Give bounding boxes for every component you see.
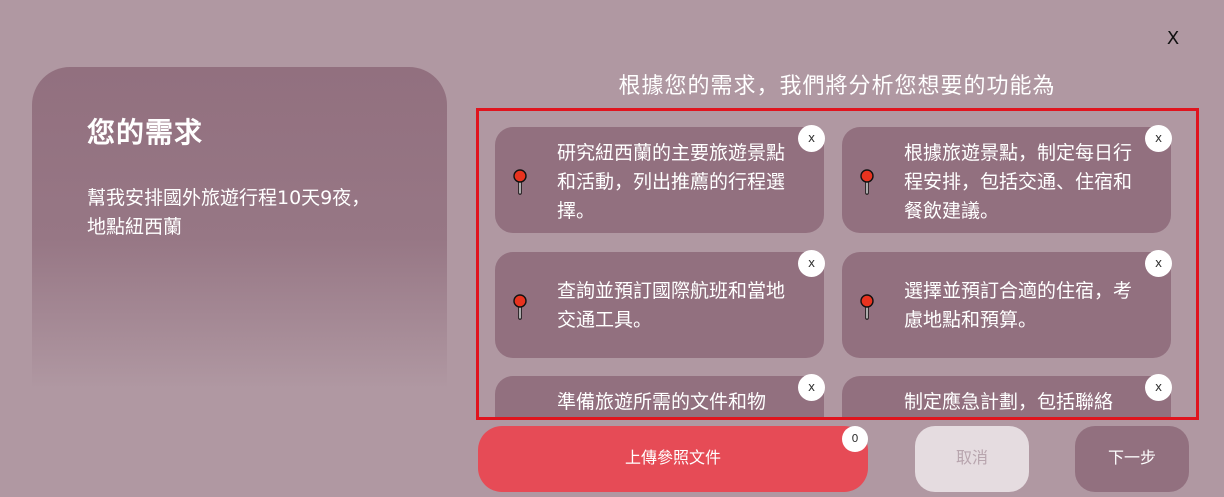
remove-card-button[interactable]: x	[798, 250, 825, 277]
feature-card: 準備旅遊所需的文件和物 x	[495, 374, 825, 417]
map-pin-icon	[860, 294, 874, 320]
feature-cards-list[interactable]: 研究紐西蘭的主要旅遊景點和活動，列出推薦的行程選擇。 x 根據旅遊景點，制定每日…	[476, 108, 1199, 420]
feature-card-text: 查詢並預訂國際航班和當地交通工具。	[557, 280, 786, 331]
next-step-button[interactable]: 下一步	[1075, 426, 1189, 492]
feature-card: 制定應急計劃，包括聯絡 x	[842, 374, 1172, 417]
map-pin-icon	[513, 169, 527, 195]
feature-card: 查詢並預訂國際航班和當地交通工具。 x	[495, 250, 825, 358]
feature-card-text: 研究紐西蘭的主要旅遊景點和活動，列出推薦的行程選擇。	[557, 142, 786, 222]
feature-card-text: 準備旅遊所需的文件和物	[557, 391, 767, 413]
feature-card-text: 根據旅遊景點，制定每日行程安排，包括交通、住宿和餐飲建議。	[904, 142, 1133, 222]
remove-card-button[interactable]: x	[1145, 125, 1172, 152]
upload-reference-button[interactable]: 上傳參照文件	[478, 426, 868, 492]
requirement-title: 您的需求	[87, 116, 204, 149]
remove-card-button[interactable]: x	[798, 125, 825, 152]
requirement-panel: 您的需求 幫我安排國外旅遊行程10天9夜，地點紐西蘭	[32, 67, 447, 497]
feature-card: 根據旅遊景點，制定每日行程安排，包括交通、住宿和餐飲建議。 x	[842, 125, 1172, 233]
remove-card-button[interactable]: x	[1145, 250, 1172, 277]
feature-card: 選擇並預訂合適的住宿，考慮地點和預算。 x	[842, 250, 1172, 358]
map-pin-icon	[513, 294, 527, 320]
feature-card-text: 制定應急計劃，包括聯絡	[904, 391, 1114, 413]
feature-card: 研究紐西蘭的主要旅遊景點和活動，列出推薦的行程選擇。 x	[495, 125, 825, 233]
analysis-heading: 根據您的需求，我們將分析您想要的功能為	[618, 74, 1056, 99]
cancel-button[interactable]: 取消	[915, 426, 1029, 492]
dialog-close-button[interactable]: X	[1162, 26, 1184, 52]
requirement-text: 幫我安排國外旅遊行程10天9夜，地點紐西蘭	[87, 187, 371, 238]
remove-card-button[interactable]: x	[1145, 374, 1172, 401]
feature-card-text: 選擇並預訂合適的住宿，考慮地點和預算。	[904, 280, 1133, 331]
map-pin-icon	[860, 169, 874, 195]
upload-count-badge: 0	[842, 426, 868, 452]
remove-card-button[interactable]: x	[798, 374, 825, 401]
